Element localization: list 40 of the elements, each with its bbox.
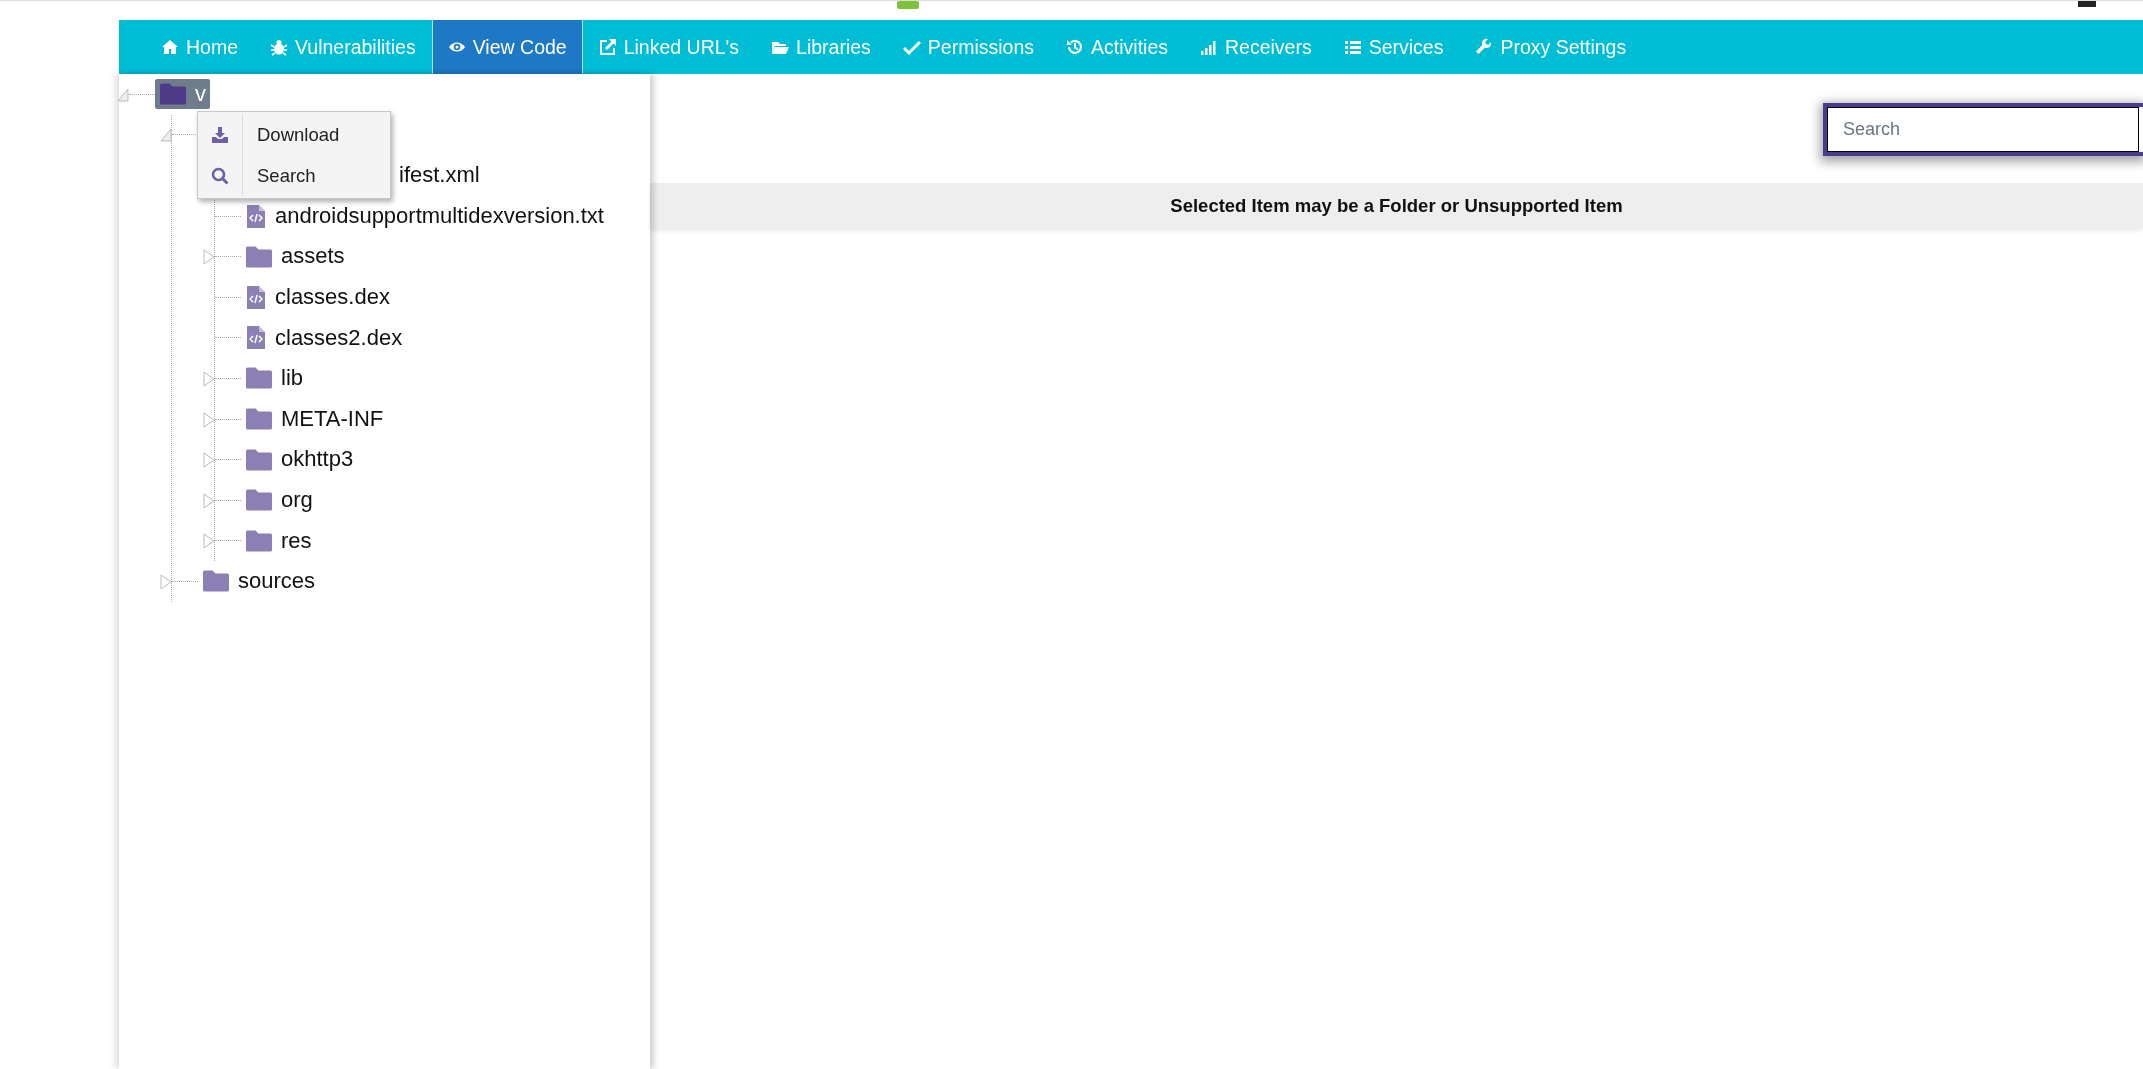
wrench-icon [1475, 38, 1494, 56]
file-name[interactable]: classes2.dex [275, 324, 403, 352]
code-file-icon [245, 284, 267, 310]
check-icon [902, 38, 921, 56]
folder-icon [245, 407, 273, 432]
menu-item[interactable]: Download [198, 114, 390, 155]
code-file-icon [245, 325, 267, 351]
folder-icon [245, 528, 273, 553]
file-name[interactable]: androidsupportmultidexversion.txt [275, 202, 604, 230]
folder-icon [245, 447, 273, 472]
signal-icon [1200, 38, 1218, 56]
folder-name[interactable]: v [195, 81, 206, 108]
menu-item[interactable]: Search [198, 155, 390, 196]
folder-icon [202, 569, 230, 594]
folder-icon [245, 244, 273, 269]
code-file-icon [245, 203, 267, 229]
home-icon [161, 38, 179, 56]
nav-tab[interactable]: View Code [431, 20, 583, 74]
file-name[interactable]: classes.dex [275, 284, 390, 311]
folder-name[interactable]: lib [281, 365, 303, 392]
download-icon [211, 125, 229, 144]
status-message: Selected Item may be a Folder or Unsupported Item [1170, 194, 1623, 217]
search-field[interactable]: Search [1823, 103, 2143, 156]
app-logo-icon [897, 1, 919, 9]
folder-icon [245, 366, 273, 391]
folder-name[interactable]: res [281, 527, 312, 554]
search-icon [211, 166, 229, 185]
folder-name[interactable]: sources [238, 568, 316, 595]
history-icon [1066, 38, 1085, 56]
file-name[interactable]: ifest.xml [399, 162, 480, 189]
list-icon [1343, 38, 1362, 56]
external-link-icon [598, 38, 617, 56]
window-icon[interactable] [2078, 1, 2096, 7]
folder-name[interactable]: assets [281, 243, 345, 270]
folder-name[interactable]: META-INF [281, 405, 384, 433]
folder-name[interactable]: okhttp3 [281, 446, 354, 473]
folder-icon [159, 82, 187, 107]
folder-name[interactable]: org [281, 487, 313, 514]
bug-icon [270, 38, 289, 56]
folder-icon [245, 488, 273, 513]
